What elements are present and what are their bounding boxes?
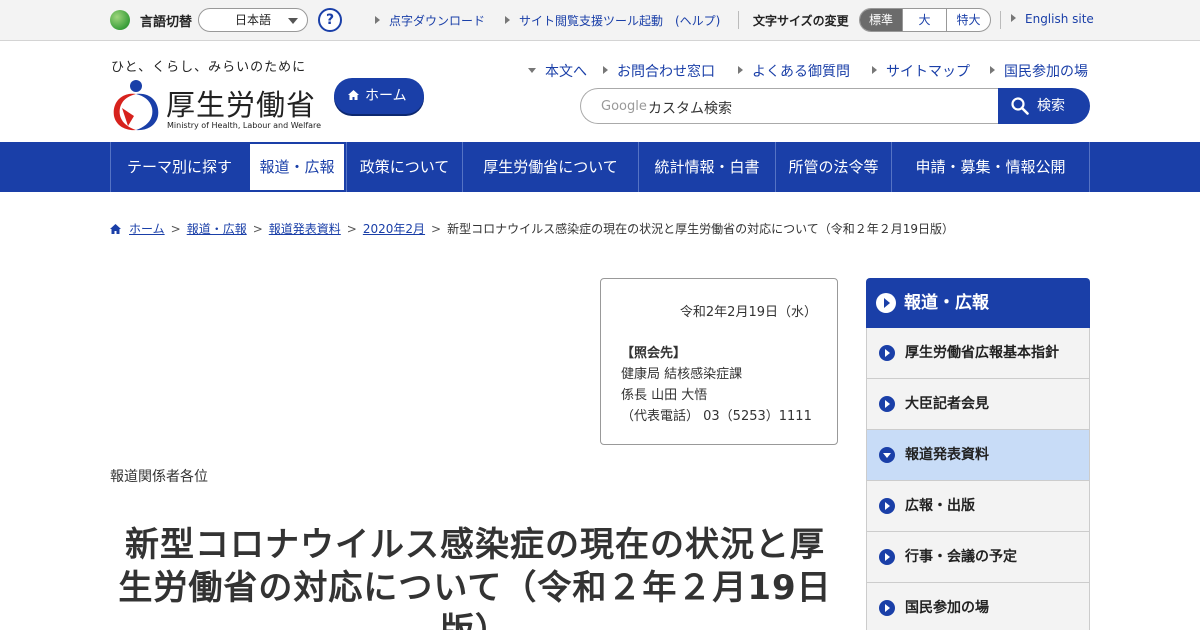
nav-themes[interactable]: テーマ別に探す — [110, 142, 248, 192]
search-button[interactable]: 検索 — [998, 88, 1090, 124]
help-button[interactable]: ? — [318, 8, 342, 32]
arrow-circle-icon — [879, 498, 895, 514]
language-select-value: 日本語 — [235, 13, 272, 27]
english-site-link[interactable]: English site — [1011, 12, 1094, 26]
breadcrumb-press[interactable]: 報道・広報 — [187, 222, 247, 236]
side-menu-title[interactable]: 報道・広報 — [866, 278, 1090, 328]
side-menu: 報道・広報 厚生労働省広報基本指針 大臣記者会見 報道発表資料 広報・出版 行事… — [866, 278, 1090, 630]
global-nav: テーマ別に探す 報道・広報 政策について 厚生労働省について 統計情報・白書 所… — [0, 142, 1200, 192]
side-menu-item-press-releases[interactable]: 報道発表資料 — [866, 430, 1090, 481]
arrow-circle-icon — [879, 549, 895, 565]
search-icon — [1011, 97, 1029, 115]
nav-press[interactable]: 報道・広報 — [248, 142, 346, 192]
arrow-right-icon — [1011, 14, 1016, 22]
nav-statistics[interactable]: 統計情報・白書 — [638, 142, 775, 192]
braille-download-link[interactable]: 点字ダウンロード — [375, 12, 485, 29]
breadcrumb: ホーム > 報道・広報 > 報道発表資料 >2020年2月 > 新型コロナウイルス感染症の現在… — [110, 220, 954, 237]
breadcrumb-home[interactable]: ホーム — [129, 222, 165, 236]
tagline: ひと、くらし、みらいのために — [111, 60, 307, 75]
nav-applications[interactable]: 申請・募集・情報公開 — [891, 142, 1090, 192]
contact-box: 令和2年2月19日（水） 【照会先】 健康局 結核感染症課 係長 山田 大悟 （… — [600, 278, 838, 445]
arrow-circle-icon — [876, 293, 896, 313]
nav-laws[interactable]: 所管の法令等 — [775, 142, 891, 192]
addressee: 報道関係者各位 — [110, 469, 208, 485]
language-select[interactable]: 日本語 — [198, 8, 308, 32]
divider — [1000, 11, 1001, 29]
nav-policy[interactable]: 政策について — [346, 142, 462, 192]
side-menu-item-participation[interactable]: 国民参加の場 — [866, 583, 1090, 630]
language-label: 言語切替 — [140, 15, 193, 30]
arrow-right-icon — [603, 66, 608, 74]
google-brand: Google — [601, 99, 647, 114]
contact-person: 係長 山田 大悟 — [621, 388, 708, 403]
breadcrumb-current: 新型コロナウイルス感染症の現在の状況と厚生労働省の対応について（令和２年２月19… — [447, 222, 955, 236]
arrow-circle-icon — [879, 600, 895, 616]
font-size-label: 文字サイズの変更 — [753, 14, 849, 28]
font-size-large-button[interactable]: 大 — [902, 9, 946, 31]
search-button-label: 検索 — [1037, 98, 1065, 114]
home-icon — [348, 90, 359, 100]
utility-bar: 言語切替 日本語 ? 点字ダウンロード サイト閲覧支援ツール起動 (ヘルプ) 文… — [0, 0, 1200, 41]
search-input[interactable]: Google カスタム検索 — [580, 88, 1000, 124]
arrow-right-icon — [375, 16, 380, 24]
home-button-label: ホーム — [365, 88, 407, 104]
contact-phone: （代表電話） 03（5253）1111 — [621, 409, 812, 424]
arrow-circle-down-icon — [879, 447, 895, 463]
globe-icon — [110, 10, 130, 30]
contact-heading: 【照会先】 — [621, 346, 687, 361]
sitemap-link[interactable]: サイトマップ — [872, 61, 970, 81]
font-size-switcher: 標準 大 特大 — [859, 8, 991, 32]
page-title: 新型コロナウイルス感染症の現在の状況と厚生労働省の対応について（令和２年２月19… — [118, 525, 832, 630]
home-button[interactable]: ホーム — [334, 78, 424, 114]
arrow-down-icon — [528, 68, 536, 73]
arrow-circle-icon — [879, 396, 895, 412]
ministry-name[interactable]: 厚生労働省 — [166, 82, 316, 124]
skip-to-content-link[interactable]: 本文へ — [528, 61, 587, 81]
ministry-name-en: Ministry of Health, Labour and Welfare — [167, 121, 322, 130]
ministry-logo-icon[interactable] — [110, 78, 162, 132]
divider — [738, 11, 739, 29]
faq-link[interactable]: よくある御質問 — [738, 61, 850, 81]
font-size-standard-button[interactable]: 標準 — [860, 9, 902, 31]
arrow-right-icon — [872, 66, 877, 74]
home-icon — [110, 224, 121, 234]
nav-about-ministry[interactable]: 厚生労働省について — [462, 142, 638, 192]
arrow-right-icon — [738, 66, 743, 74]
side-menu-item-pr-policy[interactable]: 厚生労働省広報基本指針 — [866, 328, 1090, 379]
contact-department: 健康局 結核感染症課 — [621, 367, 743, 382]
arrow-circle-icon — [879, 345, 895, 361]
release-date: 令和2年2月19日（水） — [679, 305, 817, 320]
browsing-support-link[interactable]: サイト閲覧支援ツール起動 (ヘルプ) — [505, 12, 720, 29]
search-placeholder: カスタム検索 — [648, 101, 732, 117]
breadcrumb-press-releases[interactable]: 報道発表資料 — [269, 222, 341, 236]
public-participation-link[interactable]: 国民参加の場 — [990, 61, 1088, 81]
side-menu-item-press-conference[interactable]: 大臣記者会見 — [866, 379, 1090, 430]
side-menu-item-events[interactable]: 行事・会議の予定 — [866, 532, 1090, 583]
arrow-right-icon — [990, 66, 995, 74]
breadcrumb-month[interactable]: 2020年2月 — [363, 222, 425, 236]
arrow-right-icon — [505, 16, 510, 24]
side-menu-item-publications[interactable]: 広報・出版 — [866, 481, 1090, 532]
font-size-xlarge-button[interactable]: 特大 — [946, 9, 990, 31]
chevron-down-icon — [288, 18, 298, 24]
inquiry-link[interactable]: お問合わせ窓口 — [603, 61, 715, 81]
